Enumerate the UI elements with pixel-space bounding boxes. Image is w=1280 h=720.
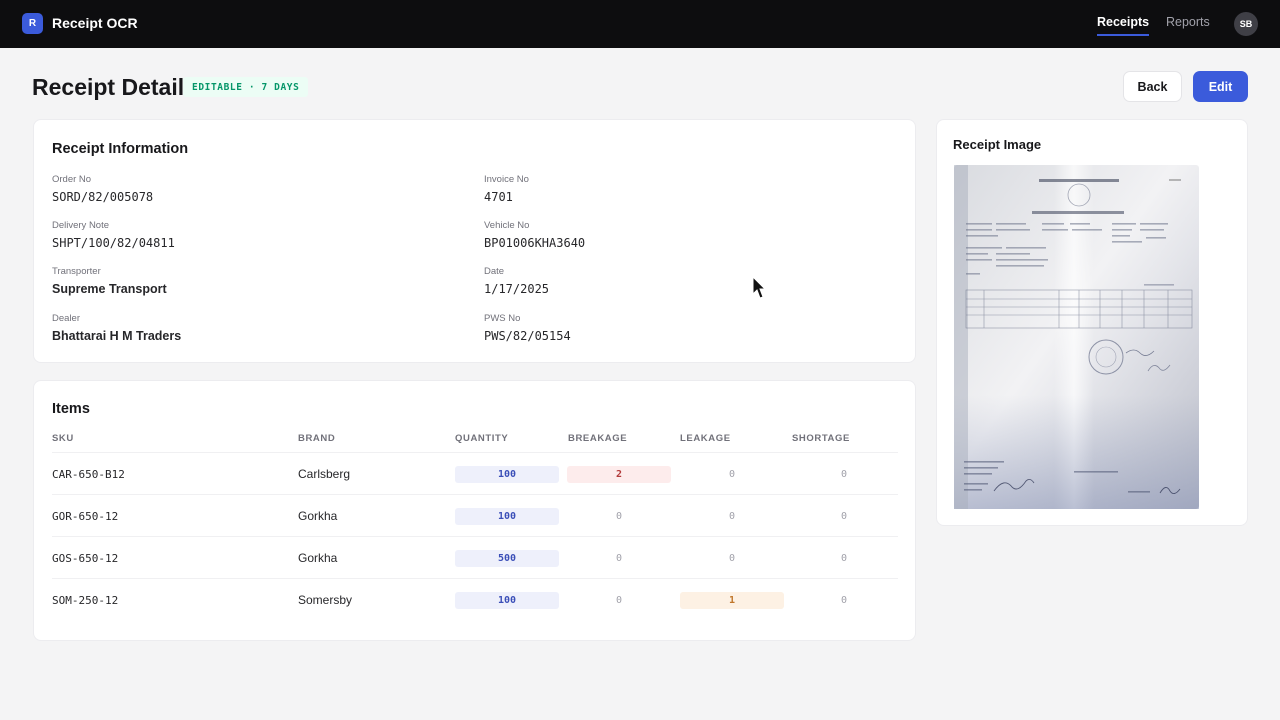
breakage-cell: 0 xyxy=(615,595,623,606)
pws-no-value: PWS/82/05154 xyxy=(484,329,571,343)
quantity-cell: 500 xyxy=(455,550,559,567)
table-row: GOR-650-12 Gorkha 100 0 0 0 xyxy=(52,494,898,536)
transporter-label: Transporter xyxy=(52,266,101,277)
brand-cell: Gorkha xyxy=(298,551,338,565)
sku-cell: GOR-650-12 xyxy=(52,509,119,523)
vehicle-no-label: Vehicle No xyxy=(484,220,530,231)
column-header-sku: SKU xyxy=(52,433,74,444)
page-title: Receipt Detail xyxy=(32,74,185,100)
column-header-shortage: SHORTAGE xyxy=(792,433,850,444)
delivery-note-label: Delivery Note xyxy=(52,220,110,231)
transporter-value: Supreme Transport xyxy=(52,282,167,296)
vehicle-no-value: BP01006KHA3640 xyxy=(484,236,586,250)
quantity-cell: 100 xyxy=(455,508,559,525)
breakage-cell: 0 xyxy=(615,553,623,564)
column-header-brand: BRAND xyxy=(298,433,336,444)
breakage-cell: 2 xyxy=(567,466,671,483)
leakage-cell: 0 xyxy=(728,553,736,564)
invoice-no-value: 4701 xyxy=(484,190,513,204)
items-title: Items xyxy=(52,401,90,417)
delivery-note-value: SHPT/100/82/04811 xyxy=(52,236,175,250)
brand-cell: Somersby xyxy=(298,593,353,607)
dealer-value: Bhattarai H M Traders xyxy=(52,329,182,343)
column-header-breakage: BREAKAGE xyxy=(568,433,628,444)
shortage-cell: 0 xyxy=(840,595,848,606)
table-row: SOM-250-12 Somersby 100 0 1 0 xyxy=(52,578,898,620)
nav-reports[interactable]: Reports xyxy=(1166,15,1210,29)
receipt-image-title: Receipt Image xyxy=(953,137,1042,152)
column-header-leakage: LEAKAGE xyxy=(680,433,731,444)
shortage-cell: 0 xyxy=(840,553,848,564)
dealer-label: Dealer xyxy=(52,313,80,324)
app-title[interactable]: Receipt OCR xyxy=(52,15,138,31)
brand-cell: Carlsberg xyxy=(298,467,351,481)
date-value: 1/17/2025 xyxy=(484,282,550,296)
invoice-no-label: Invoice No xyxy=(484,174,529,185)
receipt-information-card: Receipt Information Order No SORD/82/005… xyxy=(33,119,916,363)
table-row: GOS-650-12 Gorkha 500 0 0 0 xyxy=(52,536,898,578)
top-bar: R Receipt OCR Receipts Reports SB xyxy=(0,0,1280,48)
sku-cell: CAR-650-B12 xyxy=(52,467,125,481)
app-logo-icon[interactable]: R xyxy=(22,13,43,34)
receipt-image-card: Receipt Image xyxy=(936,119,1248,526)
mouse-cursor-icon xyxy=(752,276,766,299)
breakage-cell: 0 xyxy=(615,511,623,522)
receipt-information-title: Receipt Information xyxy=(52,141,189,157)
sku-cell: GOS-650-12 xyxy=(52,551,119,565)
sku-cell: SOM-250-12 xyxy=(52,593,119,607)
brand-cell: Gorkha xyxy=(298,509,338,523)
leakage-cell: 0 xyxy=(728,511,736,522)
date-label: Date xyxy=(484,266,505,277)
quantity-cell: 100 xyxy=(455,592,559,609)
pws-no-label: PWS No xyxy=(484,313,521,324)
items-card: Items SKU BRAND QUANTITY BREAKAGE LEAKAG… xyxy=(33,380,916,641)
back-button[interactable]: Back xyxy=(1123,71,1182,102)
order-no-value: SORD/82/005078 xyxy=(52,190,154,204)
order-no-label: Order No xyxy=(52,174,92,185)
table-row: CAR-650-B12 Carlsberg 100 2 0 0 xyxy=(52,452,898,494)
shortage-cell: 0 xyxy=(840,469,848,480)
quantity-cell: 100 xyxy=(455,466,559,483)
receipt-scan-image[interactable] xyxy=(954,165,1199,509)
edit-button[interactable]: Edit xyxy=(1193,71,1248,102)
leakage-cell: 0 xyxy=(728,469,736,480)
user-avatar[interactable]: SB xyxy=(1234,12,1258,36)
leakage-cell: 1 xyxy=(680,592,784,609)
nav-receipts[interactable]: Receipts xyxy=(1097,15,1150,36)
shortage-cell: 0 xyxy=(840,511,848,522)
editable-badge: EDITABLE · 7 DAYS xyxy=(183,77,309,97)
column-header-quantity: QUANTITY xyxy=(455,433,509,444)
